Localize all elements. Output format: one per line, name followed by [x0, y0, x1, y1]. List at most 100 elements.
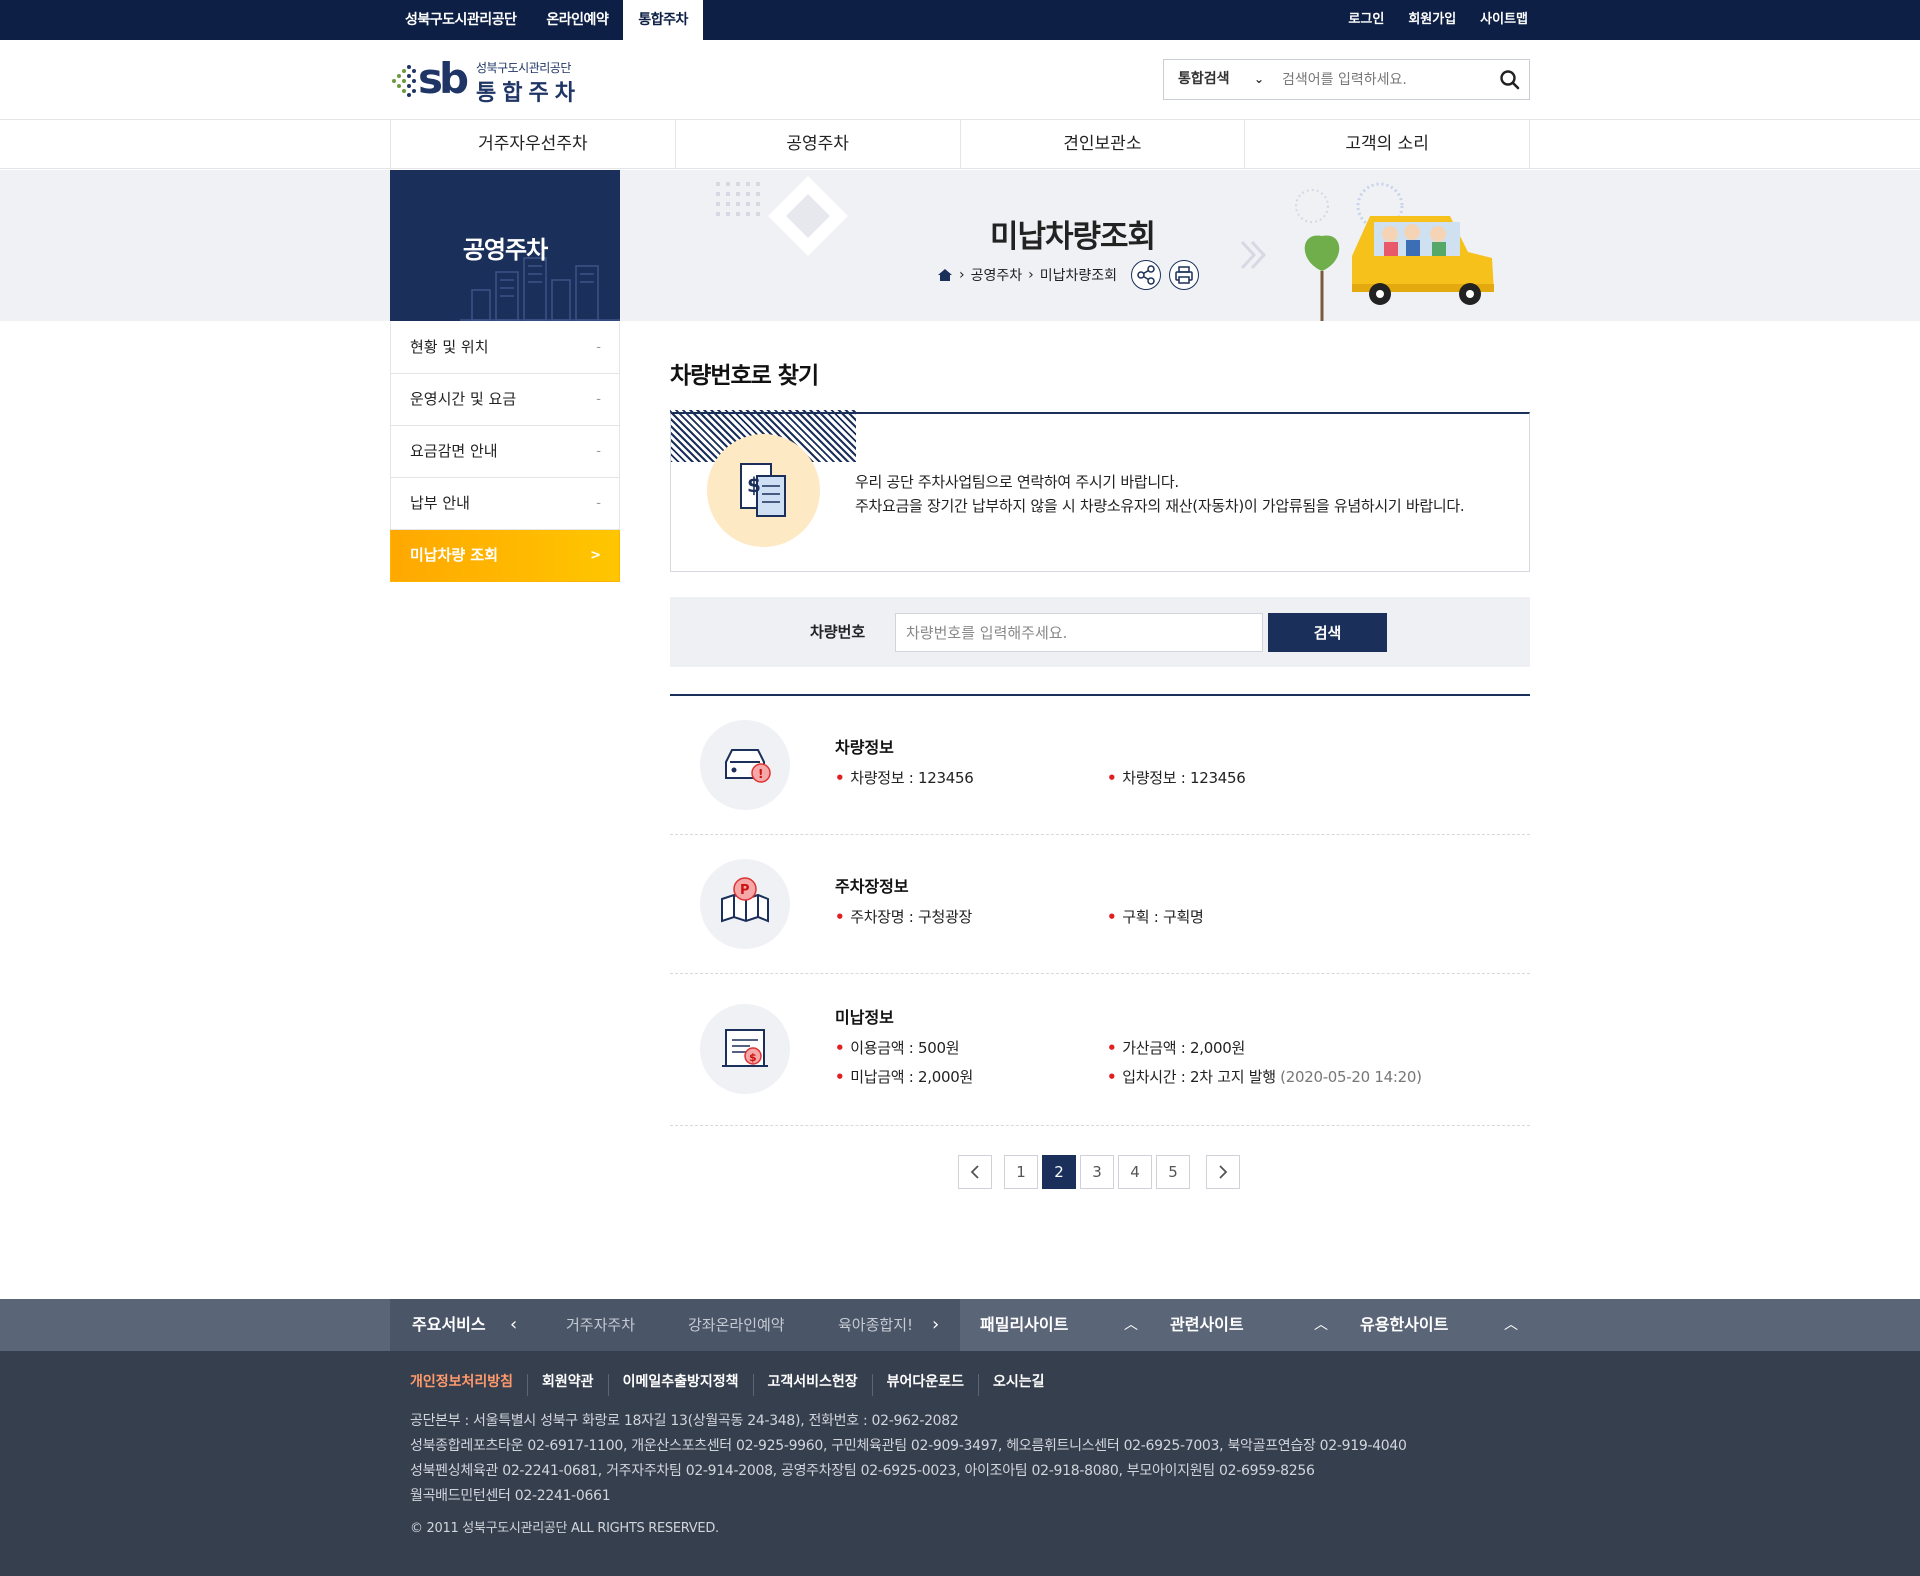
side-menu-unpaid-lookup[interactable]: 미납차량 조회 > — [390, 530, 620, 582]
parking-map-icon: P — [700, 859, 790, 949]
result-field: • 차량정보 : 123456 — [835, 769, 974, 787]
global-nav-reservation[interactable]: 온라인예약 — [531, 0, 623, 40]
svg-text:$: $ — [749, 1051, 757, 1064]
chevron-pattern — [1240, 240, 1267, 270]
vehicle-number-input[interactable] — [895, 613, 1263, 652]
svg-text:P: P — [740, 883, 750, 898]
prev-page-button[interactable] — [958, 1155, 992, 1189]
search-icon — [1500, 70, 1520, 90]
breadcrumb: › 공영주차 › 미납차량조회 — [937, 260, 1200, 290]
login-link[interactable]: 로그인 — [1336, 0, 1396, 40]
dash-icon: - — [596, 496, 601, 511]
side-menu-discount[interactable]: 요금감면 안내 - — [390, 426, 620, 478]
result-field: • 가산금액 : 2,000원 — [1107, 1039, 1245, 1057]
section-title: 공영주차 — [462, 236, 548, 264]
copyright: © 2011 성북구도시관리공단 ALL RIGHTS RESERVED. — [410, 1521, 719, 1536]
site-logo[interactable]: sb 성북구도시관리공단 통합주차 — [390, 58, 600, 106]
result-row-vehicle: ! 차량정보 • 차량정보 : 123456 • 차량정보 : 123456 — [670, 696, 1530, 835]
footer-info-line: 월곡배드민턴센터 02-2241-0661 — [410, 1488, 611, 1504]
search-scope-value: 통합검색 — [1178, 71, 1230, 87]
notice-line: 주차요금을 장기간 납부하지 않을 시 차량소유자의 재산(자동차)이 가압류됨… — [855, 497, 1465, 515]
footer-service-bar: 주요서비스 ‹ 거주자주차 강좌온라인예약 육아종합지! › 패밀리사이트 ︿ … — [0, 1299, 1920, 1351]
viewer-download-link[interactable]: 뷰어다운로드 — [871, 1374, 978, 1396]
search-scope-select[interactable]: 통합검색 ⌄ — [1164, 60, 1274, 99]
dash-icon: - — [596, 392, 601, 407]
footer-info-line: 공단본부 : 서울특별시 성북구 화랑로 18자길 13(상월곡동 24-348… — [410, 1413, 959, 1429]
search-input[interactable] — [1274, 60, 1494, 99]
directions-link[interactable]: 오시는길 — [977, 1374, 1059, 1396]
notice-text: 우리 공단 주차사업팀으로 연락하여 주시기 바랍니다. 주차요금을 장기간 납… — [855, 470, 1465, 518]
page-button-current[interactable]: 2 — [1042, 1155, 1076, 1189]
svg-text:$: $ — [747, 473, 761, 497]
vehicle-search-button[interactable]: 검색 — [1268, 613, 1387, 652]
main-nav-customer-voice[interactable]: 고객의 소리 — [1245, 120, 1530, 168]
print-button[interactable] — [1169, 260, 1200, 290]
page-button[interactable]: 5 — [1156, 1155, 1190, 1189]
search-button[interactable] — [1491, 60, 1529, 99]
side-menu-label: 요금감면 안내 — [410, 442, 498, 460]
bullet-icon: • — [1107, 908, 1117, 926]
chevron-up-icon[interactable]: ︿ — [1314, 1299, 1328, 1351]
main-services-strip: 주요서비스 ‹ 거주자주차 강좌온라인예약 육아종합지! › — [390, 1299, 960, 1351]
breadcrumb-current: 미납차량조회 — [1039, 268, 1118, 284]
result-row-unpaid: $ 미납정보 • 이용금액 : 500원 • 가산금액 : 2,000원 • 미납금액… — [670, 974, 1530, 1126]
page-button[interactable]: 4 — [1118, 1155, 1152, 1189]
main-nav-towing[interactable]: 견인보관소 — [961, 120, 1246, 168]
pagination: 1 2 3 4 5 — [958, 1155, 1252, 1189]
util-nav: 로그인 회원가입 사이트맵 — [1336, 0, 1540, 40]
useful-site-select[interactable]: 유용한사이트 — [1360, 1299, 1448, 1351]
next-page-button[interactable] — [1206, 1155, 1240, 1189]
breadcrumb-item[interactable]: 공영주차 — [971, 265, 1023, 285]
side-menu-status-location[interactable]: 현황 및 위치 - — [390, 322, 620, 374]
result-field: • 이용금액 : 500원 — [835, 1039, 960, 1057]
share-button[interactable] — [1131, 260, 1162, 290]
side-menu-payment[interactable]: 납부 안내 - — [390, 478, 620, 530]
result-field: • 주차장명 : 구청광장 — [835, 908, 973, 926]
global-nav-sisul[interactable]: 성북구도시관리공단 — [390, 0, 531, 40]
side-menu: 현황 및 위치 - 운영시간 및 요금 - 요금감면 안내 - 납부 안내 - 미납차량… — [390, 322, 620, 582]
logo-service-name: 통합주차 — [476, 81, 581, 106]
footer-info-line: 성북종합레포츠타운 02-6917-1100, 개운산스포츠센터 02-925-… — [410, 1438, 1407, 1454]
service-charter-link[interactable]: 고객서비스헌장 — [752, 1374, 872, 1396]
family-site-select[interactable]: 패밀리사이트 — [980, 1299, 1068, 1351]
sitemap-link[interactable]: 사이트맵 — [1468, 0, 1540, 40]
bullet-icon: • — [1107, 1039, 1117, 1057]
main-nav-public-parking[interactable]: 공영주차 — [676, 120, 961, 168]
global-nav: 성북구도시관리공단 온라인예약 통합주차 — [390, 0, 703, 40]
page-button[interactable]: 3 — [1080, 1155, 1114, 1189]
family-car-illustration — [1295, 182, 1494, 321]
page-title: 미납차량조회 — [989, 219, 1156, 255]
side-menu-hours-fees[interactable]: 운영시간 및 요금 - — [390, 374, 620, 426]
services-next-button[interactable]: › — [932, 1299, 939, 1351]
result-heading: 주차장정보 — [835, 877, 909, 896]
content-title: 차량번호로 찾기 — [670, 363, 819, 389]
chevron-down-icon: ⌄ — [1253, 72, 1264, 86]
join-link[interactable]: 회원가입 — [1396, 0, 1468, 40]
share-icon — [1137, 265, 1155, 285]
service-link[interactable]: 강좌온라인예약 — [688, 1299, 785, 1351]
global-nav-parking[interactable]: 통합주차 — [623, 0, 703, 40]
terms-link[interactable]: 회원약관 — [527, 1374, 608, 1396]
privacy-policy-link[interactable]: 개인정보처리방침 — [410, 1374, 527, 1396]
decorative-pattern — [716, 176, 848, 256]
bullet-icon: • — [835, 908, 845, 926]
bullet-icon: • — [1107, 1068, 1117, 1086]
related-site-select[interactable]: 관련사이트 — [1170, 1299, 1244, 1351]
chevron-up-icon[interactable]: ︿ — [1124, 1299, 1138, 1351]
main-nav-resident-parking[interactable]: 거주자우선주차 — [391, 120, 676, 168]
services-prev-button[interactable]: ‹ — [510, 1299, 517, 1351]
result-heading: 차량정보 — [835, 738, 894, 757]
service-link[interactable]: 거주자주차 — [566, 1299, 635, 1351]
footer-links: 개인정보처리방침 회원약관 이메일추출방지정책 고객서비스헌장 뷰어다운로드 오… — [410, 1374, 1058, 1396]
bullet-icon: • — [1107, 769, 1117, 787]
email-policy-link[interactable]: 이메일추출방지정책 — [607, 1374, 753, 1396]
footer-info-line: 성북펜싱체육관 02-2241-0681, 거주자주차팀 02-914-2008… — [410, 1463, 1315, 1479]
section-title-box: 공영주차 — [390, 170, 620, 321]
service-link[interactable]: 육아종합지! — [838, 1299, 913, 1351]
chevron-right-icon: > — [590, 548, 601, 563]
chevron-up-icon[interactable]: ︿ — [1504, 1299, 1518, 1351]
footer-address-info: 공단본부 : 서울특별시 성북구 화랑로 18자길 13(상월곡동 24-348… — [410, 1409, 1407, 1509]
page-button[interactable]: 1 — [1004, 1155, 1038, 1189]
top-utility-bar: 성북구도시관리공단 온라인예약 통합주차 로그인 회원가입 사이트맵 — [0, 0, 1920, 40]
home-icon[interactable] — [937, 267, 953, 283]
